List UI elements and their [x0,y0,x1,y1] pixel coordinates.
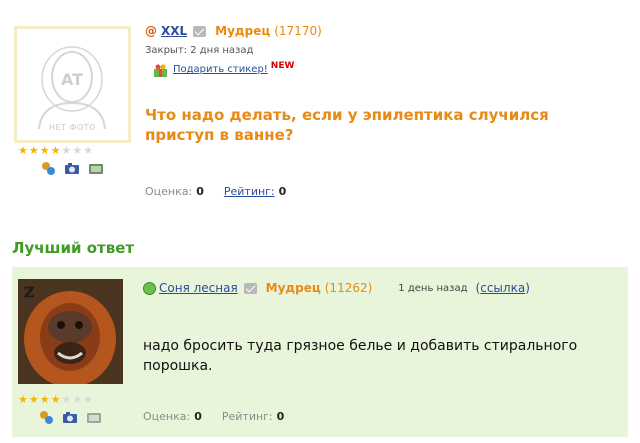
star-icon: ★ [50,144,61,157]
star-icon: ★ [83,393,94,406]
answer-rating-line: Оценка: 0 Рейтинг: 0 [143,410,300,423]
question-rating-line: Оценка: 0 Рейтинг: 0 [145,185,302,198]
video-icon[interactable] [88,160,104,174]
orangutan-photo: ℤ [18,279,123,384]
photo-camera-icon[interactable] [64,160,80,174]
question-user-icons [40,160,104,175]
answer-text: надо бросить туда грязное белье и добави… [143,338,578,374]
star-icon: ★ [18,144,28,157]
gift-sticker-row: Подарить стикер! NEW [153,61,295,77]
no-photo-label: НЕТ ФОТО [49,123,96,132]
star-icon: ★ [18,393,28,406]
answer-author-link[interactable]: Соня лесная [159,281,238,295]
answer-author-rank: Мудрец [265,281,321,295]
answer-author-line: Соня лесная Мудрец (11262) 1 день назад … [143,281,530,295]
answer-rank-label: Рейтинг: [221,410,273,423]
star-icon: ★ [72,393,83,406]
star-icon: ★ [72,144,83,157]
answer-author-score: (11262) [324,281,373,295]
answer-permalink[interactable]: ссылка [480,281,525,295]
page: AT НЕТ ФОТО ★ ★ ★ ★ ★ ★ ★ @ XXL Мудрец (… [0,0,640,443]
question-author-rank: Мудрец [215,24,271,38]
answer-rating-label: Оценка: [143,410,191,423]
answer-time: 1 день назад [398,282,468,294]
question-author-link[interactable]: XXL [161,24,187,38]
video-icon[interactable] [86,409,102,423]
answer-avatar[interactable]: ℤ [18,279,123,384]
question-rank-value: 0 [278,185,287,198]
answer-user-icons [38,409,102,424]
gift-sticker-link[interactable]: Подарить стикер! [173,64,268,75]
gift-icon [153,64,168,77]
star-icon: ★ [39,393,50,406]
question-closed-status: Закрыт: 2 дня назад [145,45,254,56]
question-author-line: @ XXL Мудрец (17170) [145,24,322,38]
question-rank-link[interactable]: Рейтинг: [224,185,275,198]
answer-rating-value: 0 [194,410,202,423]
best-answer-heading: Лучший ответ [12,239,135,257]
question-rating-value: 0 [196,185,204,198]
star-icon: ★ [39,144,50,157]
star-icon: ★ [61,144,72,157]
star-icon: ★ [83,144,94,157]
star-icon: ★ [50,393,61,406]
question-avatar[interactable]: AT НЕТ ФОТО [14,26,131,143]
new-badge: NEW [270,61,295,71]
at-icon: @ [145,24,157,38]
star-icon: ★ [28,393,39,406]
question-title: Что надо делать, если у эпилептика случи… [145,106,549,144]
message-icon[interactable] [193,25,207,37]
photo-camera-icon[interactable] [62,409,78,423]
answer-rank-value: 0 [276,410,285,423]
message-icon[interactable] [243,282,257,294]
user-profile-icon[interactable] [40,160,56,175]
question-author-score: (17170) [274,24,322,38]
answer-stars: ★ ★ ★ ★ ★ ★ ★ [18,394,93,405]
star-icon: ★ [28,144,39,157]
answer-link-wrapper: (ссылка) [475,281,530,295]
user-profile-icon[interactable] [38,409,54,424]
svg-text:AT: AT [61,70,83,89]
question-stars: ★ ★ ★ ★ ★ ★ ★ [18,145,93,156]
globe-icon [143,281,156,295]
question-rating-label: Оценка: [145,185,193,198]
svg-text:ℤ: ℤ [24,285,35,301]
star-icon: ★ [61,393,72,406]
